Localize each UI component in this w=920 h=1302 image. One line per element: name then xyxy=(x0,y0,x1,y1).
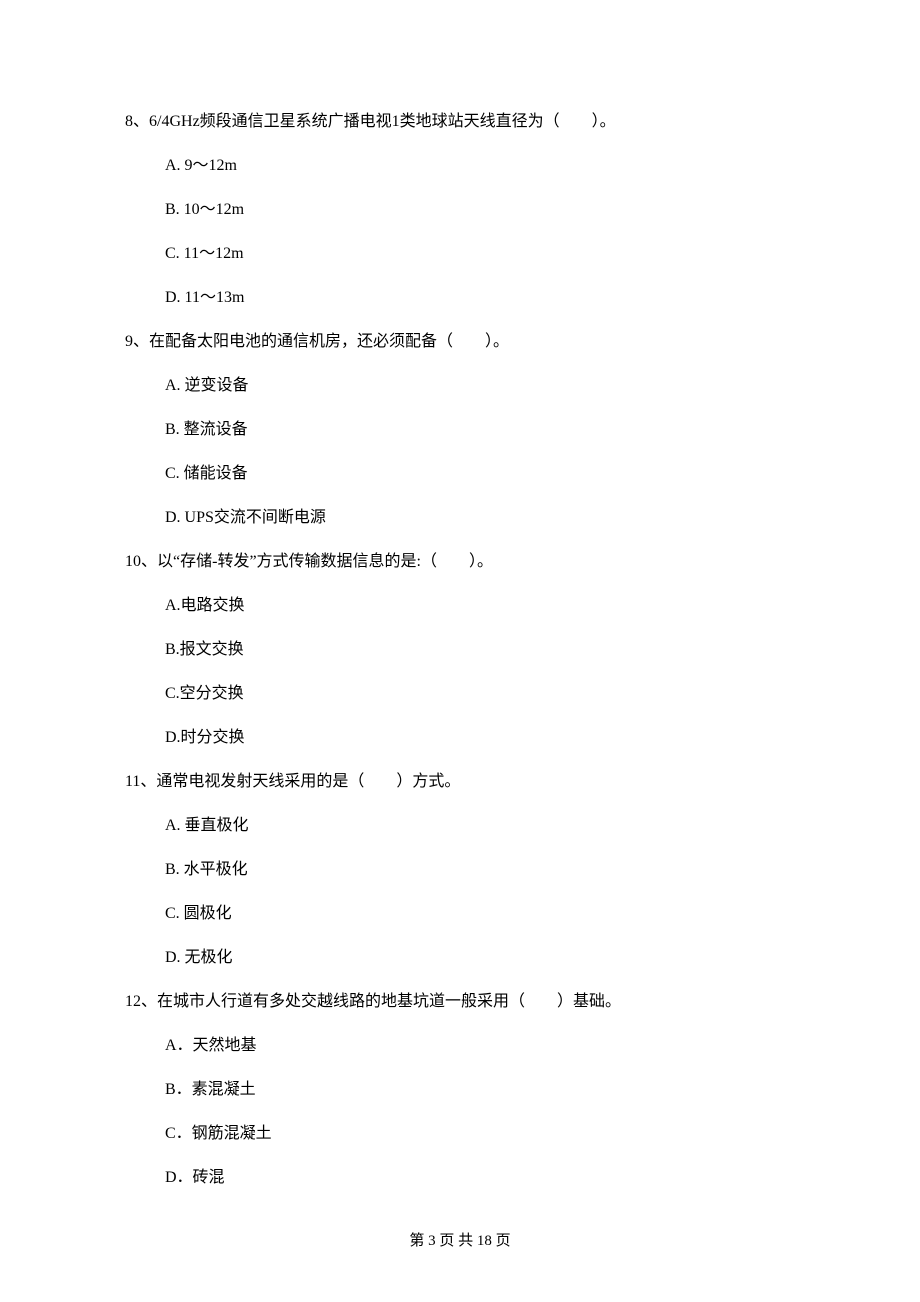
option-d: D. 11～13m xyxy=(165,286,795,310)
document-content: 8、6/4GHz频段通信卫星系统广播电视1类地球站天线直径为（ ）。 A. 9～… xyxy=(0,0,920,1190)
option-b: B. 水平极化 xyxy=(165,858,795,882)
question-number: 10、 xyxy=(125,553,157,570)
question-stem: 以“存储-转发”方式传输数据信息的是:（ ）。 xyxy=(157,553,493,570)
option-c: C. 11～12m xyxy=(165,242,795,266)
question-10: 10、以“存储-转发”方式传输数据信息的是:（ ）。 A.电路交换 B.报文交换… xyxy=(125,550,795,750)
option-a: A. 9～12m xyxy=(165,154,795,178)
question-text: 11、通常电视发射天线采用的是（ ）方式。 xyxy=(125,770,795,794)
options-list: A．天然地基 B．素混凝土 C．钢筋混凝土 D．砖混 xyxy=(125,1034,795,1190)
option-d: D. 无极化 xyxy=(165,946,795,970)
option-b: B. 整流设备 xyxy=(165,418,795,442)
question-number: 12、 xyxy=(125,993,157,1010)
option-c: C.空分交换 xyxy=(165,682,795,706)
option-b: B.报文交换 xyxy=(165,638,795,662)
page-footer: 第 3 页 共 18 页 xyxy=(0,1230,920,1253)
option-a: A. 垂直极化 xyxy=(165,814,795,838)
question-text: 9、在配备太阳电池的通信机房，还必须配备（ ）。 xyxy=(125,330,795,354)
option-d: D．砖混 xyxy=(165,1166,795,1190)
question-9: 9、在配备太阳电池的通信机房，还必须配备（ ）。 A. 逆变设备 B. 整流设备… xyxy=(125,330,795,530)
option-c: C. 储能设备 xyxy=(165,462,795,486)
option-b: B．素混凝土 xyxy=(165,1078,795,1102)
question-stem: 在配备太阳电池的通信机房，还必须配备（ ）。 xyxy=(149,333,509,350)
option-a: A．天然地基 xyxy=(165,1034,795,1058)
option-d: D. UPS交流不间断电源 xyxy=(165,506,795,530)
option-a: A.电路交换 xyxy=(165,594,795,618)
question-11: 11、通常电视发射天线采用的是（ ）方式。 A. 垂直极化 B. 水平极化 C.… xyxy=(125,770,795,970)
question-stem: 通常电视发射天线采用的是（ ）方式。 xyxy=(156,773,460,790)
options-list: A.电路交换 B.报文交换 C.空分交换 D.时分交换 xyxy=(125,594,795,750)
question-text: 8、6/4GHz频段通信卫星系统广播电视1类地球站天线直径为（ ）。 xyxy=(125,110,795,134)
question-text: 10、以“存储-转发”方式传输数据信息的是:（ ）。 xyxy=(125,550,795,574)
question-number: 8、 xyxy=(125,113,149,130)
options-list: A. 9～12m B. 10～12m C. 11～12m D. 11～13m xyxy=(125,154,795,310)
option-b: B. 10～12m xyxy=(165,198,795,222)
question-8: 8、6/4GHz频段通信卫星系统广播电视1类地球站天线直径为（ ）。 A. 9～… xyxy=(125,110,795,310)
question-number: 11、 xyxy=(125,773,156,790)
option-c: C. 圆极化 xyxy=(165,902,795,926)
options-list: A. 逆变设备 B. 整流设备 C. 储能设备 D. UPS交流不间断电源 xyxy=(125,374,795,530)
question-number: 9、 xyxy=(125,333,149,350)
question-12: 12、在城市人行道有多处交越线路的地基坑道一般采用（ ）基础。 A．天然地基 B… xyxy=(125,990,795,1190)
option-a: A. 逆变设备 xyxy=(165,374,795,398)
question-stem: 在城市人行道有多处交越线路的地基坑道一般采用（ ）基础。 xyxy=(157,993,621,1010)
question-stem: 6/4GHz频段通信卫星系统广播电视1类地球站天线直径为（ ）。 xyxy=(149,113,616,130)
options-list: A. 垂直极化 B. 水平极化 C. 圆极化 D. 无极化 xyxy=(125,814,795,970)
option-c: C．钢筋混凝土 xyxy=(165,1122,795,1146)
question-text: 12、在城市人行道有多处交越线路的地基坑道一般采用（ ）基础。 xyxy=(125,990,795,1014)
option-d: D.时分交换 xyxy=(165,726,795,750)
